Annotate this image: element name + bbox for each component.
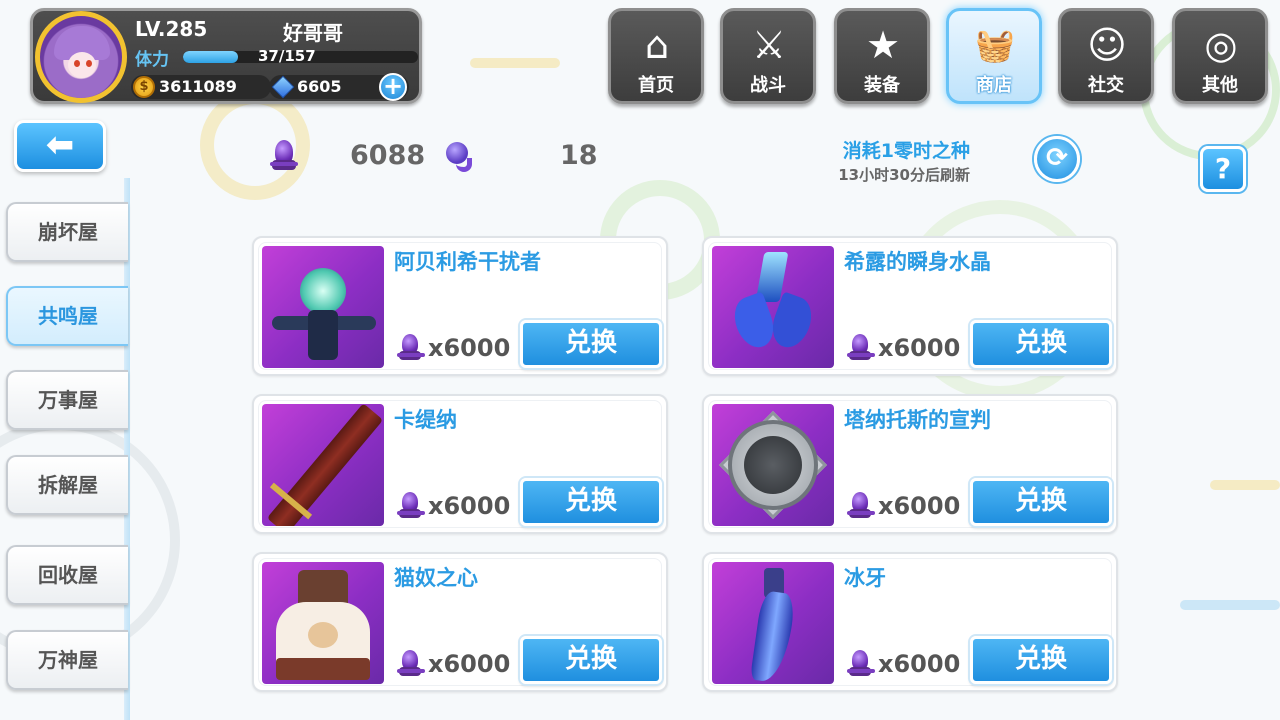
resonance-crystal-icon xyxy=(847,334,875,362)
nav-label: 战斗 xyxy=(750,75,786,96)
item-image-ice-fang[interactable] xyxy=(712,562,834,684)
item-image-katina[interactable] xyxy=(262,404,384,526)
item-name: 卡缇纳 xyxy=(394,408,457,432)
face-icon: ☺ xyxy=(1087,23,1127,67)
nav-label: 首页 xyxy=(638,75,674,96)
player-level: LV.285 xyxy=(135,17,208,41)
diamond-icon xyxy=(271,75,295,99)
item-price: x6000 xyxy=(428,334,511,362)
item-name: 猫奴之心 xyxy=(394,566,478,590)
exchange-button[interactable]: 兑换 xyxy=(520,478,662,526)
shop-item-card: 希露的瞬身水晶 x6000 兑换 xyxy=(702,236,1118,376)
sidebar-item-dismantle-house[interactable]: 拆解屋 xyxy=(6,455,128,515)
house-icon: ⌂ xyxy=(644,23,670,67)
help-button[interactable]: ? xyxy=(1200,146,1246,192)
item-name: 阿贝利希干扰者 xyxy=(394,250,541,274)
shop-item-card: 冰牙 x6000 兑换 xyxy=(702,552,1118,692)
resonance-crystal-icon xyxy=(397,650,425,678)
item-image-shiro-blink-crystal[interactable] xyxy=(712,246,834,368)
shop-item-card: 卡缇纳 x6000 兑换 xyxy=(252,394,668,534)
item-name: 希露的瞬身水晶 xyxy=(844,250,991,274)
plus-icon[interactable]: + xyxy=(379,73,407,101)
shop-item-card: 塔纳托斯的宣判 x6000 兑换 xyxy=(702,394,1118,534)
gold-coin-icon: $ xyxy=(133,76,155,98)
item-price: x6000 xyxy=(878,492,961,520)
item-price: x6000 xyxy=(428,650,511,678)
item-price: x6000 xyxy=(428,492,511,520)
nav-equipment-button[interactable]: ★ 装备 xyxy=(834,8,930,104)
gold-value: 3611089 xyxy=(159,77,237,96)
item-image-abellich-disruptor[interactable] xyxy=(262,246,384,368)
seed-count: 18 xyxy=(560,140,598,171)
nav-other-button[interactable]: ◎ 其他 xyxy=(1172,8,1268,104)
shop-item-card: 猫奴之心 x6000 兑换 xyxy=(252,552,668,692)
left-arrow-icon: ⬅ xyxy=(45,125,75,165)
resonance-crystal-icon xyxy=(270,140,298,172)
swords-icon: ⚔ xyxy=(751,23,787,67)
nav-home-button[interactable]: ⌂ 首页 xyxy=(608,8,704,104)
sidebar-item-resonance-house[interactable]: 共鸣屋 xyxy=(6,286,128,346)
stamina-label: 体力 xyxy=(135,50,169,70)
sidebar-item-recycle-house[interactable]: 回收屋 xyxy=(6,545,128,605)
snail-icon: ◎ xyxy=(1204,23,1238,67)
player-profile-panel: LV.285 好哥哥 体力 37/157 $ 3611089 6605 + xyxy=(30,8,422,104)
exchange-button[interactable]: 兑换 xyxy=(970,478,1112,526)
gold-balance: $ 3611089 xyxy=(131,75,271,99)
back-button[interactable]: ⬅ xyxy=(14,120,106,172)
nav-shop-button[interactable]: 🧺 商店 xyxy=(946,8,1042,104)
item-name: 冰牙 xyxy=(844,566,886,590)
gem-value: 6605 xyxy=(297,77,342,96)
player-avatar[interactable] xyxy=(35,11,127,103)
nav-label: 装备 xyxy=(864,75,900,96)
stamina-value: 37/157 xyxy=(258,47,316,65)
nav-battle-button[interactable]: ⚔ 战斗 xyxy=(720,8,816,104)
exchange-button[interactable]: 兑换 xyxy=(970,320,1112,368)
shop-item-card: 阿贝利希干扰者 x6000 兑换 xyxy=(252,236,668,376)
item-image-thanatos-judgment[interactable] xyxy=(712,404,834,526)
exchange-button[interactable]: 兑换 xyxy=(970,636,1112,684)
crystal-count: 6088 xyxy=(350,140,426,171)
nav-label: 社交 xyxy=(1088,75,1124,96)
item-price: x6000 xyxy=(878,334,961,362)
nav-social-button[interactable]: ☺ 社交 xyxy=(1058,8,1154,104)
resonance-crystal-icon xyxy=(847,492,875,520)
refresh-cost: 消耗1零时之种 xyxy=(842,140,970,162)
refresh-icon: ⟳ xyxy=(1046,143,1068,173)
refresh-button[interactable]: ⟳ xyxy=(1034,136,1080,182)
resonance-crystal-icon xyxy=(847,650,875,678)
refresh-timer: 13小时30分后刷新 xyxy=(838,166,970,184)
sidebar-item-collapse-house[interactable]: 崩坏屋 xyxy=(6,202,128,262)
gun-star-icon: ★ xyxy=(865,23,901,67)
sidebar-item-pantheon-house[interactable]: 万神屋 xyxy=(6,630,128,690)
exchange-button[interactable]: 兑换 xyxy=(520,320,662,368)
exchange-button[interactable]: 兑换 xyxy=(520,636,662,684)
basket-icon: 🧺 xyxy=(975,26,1015,64)
time-seed-icon xyxy=(442,140,472,174)
resonance-crystal-icon xyxy=(397,492,425,520)
item-name: 塔纳托斯的宣判 xyxy=(844,408,991,432)
nav-label: 商店 xyxy=(976,75,1012,96)
sidebar-item-general-house[interactable]: 万事屋 xyxy=(6,370,128,430)
item-image-cat-slave-heart[interactable] xyxy=(262,562,384,684)
stamina-bar-fill xyxy=(183,51,239,63)
nav-label: 其他 xyxy=(1202,75,1238,96)
item-price: x6000 xyxy=(878,650,961,678)
resonance-crystal-icon xyxy=(397,334,425,362)
player-name: 好哥哥 xyxy=(283,21,343,45)
